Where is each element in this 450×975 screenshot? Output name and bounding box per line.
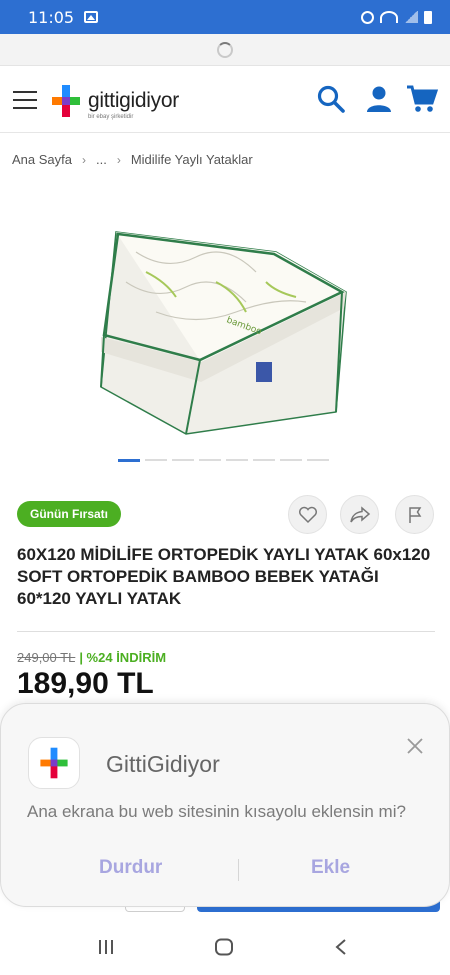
- loading-bar: [0, 34, 450, 66]
- discount-label: | %24 İNDİRİM: [79, 650, 167, 665]
- app-name: GittiGidiyor: [106, 751, 220, 777]
- logo-subtext: bir ebay şirketidir: [88, 114, 134, 120]
- breadcrumb-home[interactable]: Ana Sayfa: [12, 152, 72, 167]
- add-to-home-dialog: GittiGidiyor Ana ekrana bu web sitesinin…: [0, 703, 450, 907]
- home-icon[interactable]: [214, 938, 234, 956]
- report-button[interactable]: [395, 495, 434, 534]
- battery-icon: [424, 10, 432, 24]
- chevron-right-icon: ›: [116, 152, 121, 167]
- chevron-right-icon: ›: [82, 152, 86, 167]
- old-price: 249,00 TL: [17, 650, 76, 665]
- breadcrumb: Ana Sayfa › ... › Midilife Yaylı Yatakla…: [12, 152, 253, 167]
- back-icon[interactable]: [334, 938, 348, 956]
- breadcrumb-ellipsis[interactable]: ...: [96, 152, 107, 167]
- price-info: 249,00 TL | %24 İNDİRİM: [17, 650, 166, 665]
- heart-icon: [298, 506, 317, 523]
- image-pager: [118, 459, 329, 462]
- product-image[interactable]: bamboo: [96, 212, 356, 437]
- pager-dot[interactable]: [226, 459, 248, 461]
- pager-dot[interactable]: [280, 459, 302, 461]
- share-button[interactable]: [340, 495, 379, 534]
- product-title: 60X120 MİDİLİFE ORTOPEDİK YAYLI YATAK 60…: [17, 545, 431, 608]
- wifi-icon: [380, 11, 398, 23]
- menu-icon[interactable]: [13, 91, 37, 109]
- cancel-button[interactable]: Durdur: [99, 857, 162, 879]
- recent-apps-icon[interactable]: [97, 938, 115, 956]
- signal-icon: [404, 11, 418, 23]
- app-icon: [28, 737, 80, 789]
- site-header: gittigidiyor bir ebay şirketidir: [0, 67, 450, 133]
- breadcrumb-category[interactable]: Midilife Yaylı Yataklar: [131, 152, 253, 167]
- favorite-button[interactable]: [288, 495, 327, 534]
- divider: [17, 631, 435, 632]
- gittigidiyor-logo-icon: [40, 747, 68, 779]
- loading-spinner-icon: [217, 42, 233, 58]
- status-bar: 11:05: [0, 0, 450, 34]
- gallery-icon: [84, 11, 99, 23]
- user-icon[interactable]: [364, 84, 394, 114]
- logo-mark-icon: [52, 85, 80, 117]
- clock: 11:05: [28, 7, 75, 27]
- alarm-icon: [361, 10, 374, 24]
- dialog-message: Ana ekrana bu web sitesinin kısayolu ekl…: [27, 802, 406, 821]
- button-divider: [238, 859, 239, 881]
- pager-dot[interactable]: [199, 459, 221, 461]
- close-icon[interactable]: [403, 734, 427, 758]
- pager-dot[interactable]: [253, 459, 275, 461]
- deal-of-day-badge: Günün Fırsatı: [17, 501, 121, 527]
- add-button[interactable]: Ekle: [311, 857, 350, 879]
- page: 11:05 gittigidiyor bir ebay şirketidir A…: [0, 0, 450, 975]
- current-price: 189,90 TL: [17, 667, 154, 700]
- logo-text: gittigidiyor: [88, 89, 179, 112]
- pager-dot[interactable]: [172, 459, 194, 461]
- site-logo[interactable]: gittigidiyor bir ebay şirketidir: [46, 81, 186, 121]
- share-icon: [349, 505, 370, 522]
- pager-dot[interactable]: [307, 459, 329, 461]
- cart-icon[interactable]: [406, 84, 438, 114]
- system-nav-bar: [0, 920, 450, 975]
- pager-dot[interactable]: [145, 459, 167, 461]
- search-icon[interactable]: [316, 84, 346, 114]
- status-icons: [361, 10, 432, 24]
- flag-icon: [408, 506, 421, 523]
- pager-dot[interactable]: [118, 459, 140, 462]
